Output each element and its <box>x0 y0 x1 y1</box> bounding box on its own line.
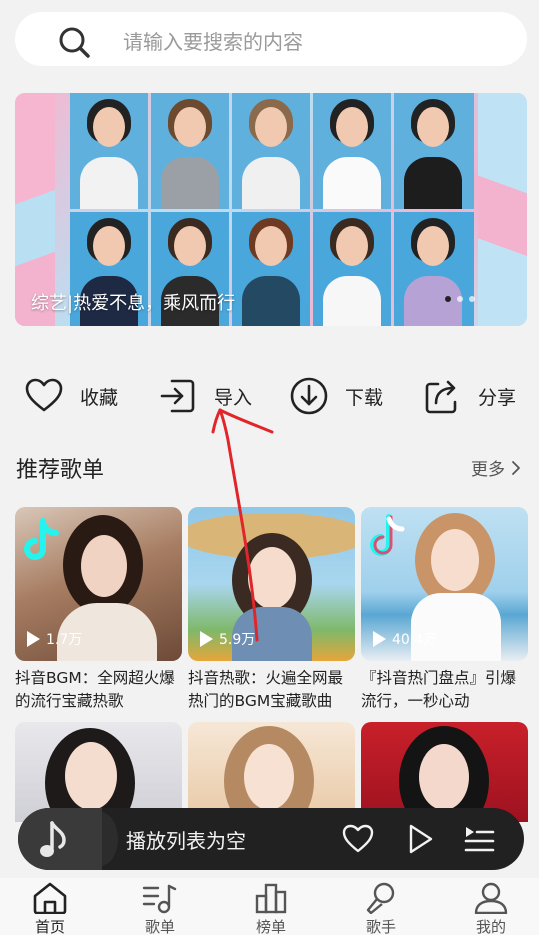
tab-charts-label: 榜单 <box>255 918 286 935</box>
download-button[interactable]: 下载 <box>289 370 383 422</box>
bottom-tab-bar: 首页 歌单 榜单 歌手 我的 <box>0 878 539 935</box>
import-label: 导入 <box>214 386 253 409</box>
banner-carousel[interactable]: 综艺|热爱不息，乘风而行 <box>15 93 527 326</box>
favorite-label: 收藏 <box>80 386 119 409</box>
playlist-card[interactable]: 40.4万 『抖音热门盘点』引爆流行，一秒心动 <box>361 507 528 713</box>
download-icon <box>290 377 328 415</box>
search-input[interactable]: 请输入要搜索的内容 <box>123 26 303 55</box>
microphone-icon <box>366 882 395 914</box>
share-button[interactable]: 分享 <box>422 370 516 422</box>
playlist-card[interactable]: 5.9万 抖音热歌：火遍全网最热门的BGM宝藏歌曲 <box>188 507 355 713</box>
carousel-dot <box>445 296 451 302</box>
play-count-value: 5.9万 <box>219 632 256 648</box>
tiktok-logo-icon <box>24 518 59 560</box>
playlist-icon <box>142 884 177 914</box>
carousel-indicator <box>445 296 475 302</box>
more-link[interactable]: 更多 <box>471 455 521 480</box>
play-count-value: 1.7万 <box>46 632 83 648</box>
playlist-card[interactable] <box>188 722 355 822</box>
share-label: 分享 <box>478 386 517 409</box>
play-icon <box>27 631 40 647</box>
player-status: 播放列表为空 <box>126 829 246 853</box>
tiktok-logo-icon <box>370 514 405 556</box>
playlist-card[interactable] <box>15 722 182 822</box>
more-label: 更多 <box>471 460 505 480</box>
play-button-icon[interactable] <box>403 822 437 856</box>
playlist-card[interactable]: 1.7万 抖音BGM：全网超火爆的流行宝藏热歌 <box>15 507 182 713</box>
banner-caption: 综艺|热爱不息，乘风而行 <box>31 293 236 314</box>
cover-art <box>18 808 102 870</box>
quick-actions: 收藏 导入 下载 分享 <box>0 370 539 422</box>
download-label: 下载 <box>345 386 384 409</box>
play-count-value: 40.4万 <box>392 632 438 648</box>
carousel-dot <box>469 296 475 302</box>
tab-artists[interactable]: 歌手 <box>346 878 416 935</box>
queue-list-icon[interactable] <box>462 822 496 856</box>
tab-home-label: 首页 <box>34 918 65 935</box>
import-button[interactable]: 导入 <box>158 370 252 422</box>
import-icon <box>160 379 195 413</box>
tab-playlists[interactable]: 歌单 <box>125 878 195 935</box>
favorite-button[interactable]: 收藏 <box>24 370 118 422</box>
heart-icon <box>25 378 63 412</box>
banner-decor-right <box>478 93 527 326</box>
playlist-cover: 5.9万 <box>188 507 355 661</box>
chevron-right-icon <box>512 460 520 475</box>
play-icon <box>373 631 386 647</box>
search-bar[interactable]: 请输入要搜索的内容 <box>15 12 527 66</box>
music-note-icon <box>40 821 66 857</box>
play-count: 1.7万 <box>25 629 82 649</box>
section-title: 推荐歌单 <box>16 458 105 483</box>
playlist-title: 抖音BGM：全网超火爆的流行宝藏热歌 <box>15 669 175 710</box>
playlist-title: 抖音热歌：火遍全网最热门的BGM宝藏歌曲 <box>188 669 344 710</box>
play-icon <box>200 631 213 647</box>
tab-mine[interactable]: 我的 <box>456 878 526 935</box>
home-icon <box>33 882 67 914</box>
tab-charts[interactable]: 榜单 <box>236 878 306 935</box>
tab-mine-label: 我的 <box>475 918 506 935</box>
playlist-cover: 1.7万 <box>15 507 182 661</box>
user-icon <box>474 882 508 914</box>
tab-artists-label: 歌手 <box>365 918 396 935</box>
chart-icon <box>255 883 287 914</box>
play-count: 40.4万 <box>371 629 437 649</box>
playlist-title: 『抖音热门盘点』引爆流行，一秒心动 <box>361 669 517 710</box>
share-icon <box>425 380 457 414</box>
search-icon <box>59 27 90 58</box>
play-count: 5.9万 <box>198 629 255 649</box>
carousel-dot <box>457 296 463 302</box>
heart-icon[interactable] <box>341 822 375 856</box>
tab-playlists-label: 歌单 <box>144 918 175 935</box>
playlist-cover: 40.4万 <box>361 507 528 661</box>
tab-home[interactable]: 首页 <box>15 878 85 935</box>
mini-player[interactable]: 播放列表为空 <box>18 808 524 870</box>
playlist-card[interactable] <box>361 722 528 822</box>
